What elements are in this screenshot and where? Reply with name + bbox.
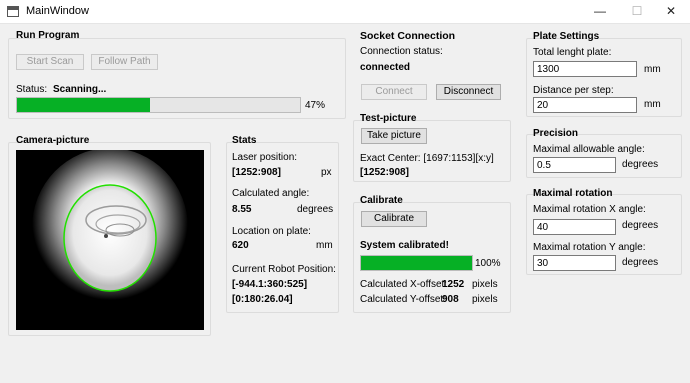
calibration-progress-text: 100% [475, 258, 501, 269]
connection-status-label: Connection status: [360, 46, 443, 57]
calibration-progress-fill [361, 256, 472, 270]
calculated-angle-value: 8.55 [232, 204, 252, 215]
y-offset-value: 908 [442, 294, 459, 305]
connect-button[interactable]: Connect [361, 84, 427, 100]
max-rotation-title: Maximal rotation [533, 188, 613, 199]
precision-title: Precision [533, 128, 579, 139]
calibrate-title: Calibrate [360, 195, 403, 206]
test-picture-title: Test-picture [360, 113, 417, 124]
window-title: MainWindow [26, 5, 89, 17]
distance-per-step-input[interactable] [533, 97, 637, 113]
follow-path-button[interactable]: Follow Path [91, 54, 158, 70]
max-rotation-y-label: Maximal rotation Y angle: [533, 242, 646, 253]
x-offset-unit: pixels [472, 279, 498, 290]
location-value: 620 [232, 240, 249, 251]
disconnect-button[interactable]: Disconnect [436, 84, 501, 100]
location-label: Location on plate: [232, 226, 311, 237]
run-program-title: Run Program [16, 30, 80, 41]
calculated-angle-label: Calculated angle: [232, 188, 310, 199]
max-rotation-y-unit: degrees [622, 257, 659, 268]
distance-per-step-label: Distance per step: [533, 85, 614, 96]
robot-position-value-1: [-944.1:360:525] [232, 279, 308, 290]
socket-title: Socket Connection [360, 30, 456, 42]
camera-title: Camera-picture [16, 135, 90, 146]
max-allowable-angle-label: Maximal allowable angle: [533, 144, 645, 155]
max-rotation-x-label: Maximal rotation X angle: [533, 204, 646, 215]
title-bar: MainWindow — ☐ ✕ [0, 0, 690, 24]
maximize-button[interactable]: ☐ [622, 0, 652, 24]
max-allowable-angle-input[interactable] [533, 157, 616, 173]
calibration-progress-bar [360, 255, 473, 271]
x-offset-label: Calculated X-offset: [360, 279, 448, 290]
take-picture-button[interactable]: Take picture [361, 128, 427, 144]
exact-center-text: Exact Center: [1697:1153][x:y] [360, 153, 494, 164]
scan-progress-fill [17, 98, 150, 112]
calibration-status: System calibrated! [360, 240, 449, 251]
max-rotation-y-input[interactable] [533, 255, 616, 271]
close-button[interactable]: ✕ [656, 0, 686, 24]
calculated-angle-unit: degrees [297, 204, 334, 215]
y-offset-label: Calculated Y-offset: [360, 294, 446, 305]
max-rotation-x-input[interactable] [533, 219, 616, 235]
max-allowable-angle-unit: degrees [622, 159, 659, 170]
laser-position-label: Laser position: [232, 152, 298, 163]
y-offset-unit: pixels [472, 294, 498, 305]
robot-position-label: Current Robot Position: [232, 264, 336, 275]
exact-center-value: [1252:908] [360, 167, 409, 178]
minimize-button[interactable]: — [585, 0, 615, 24]
status-value: Scanning... [53, 84, 107, 95]
distance-per-step-unit: mm [644, 99, 661, 110]
laser-position-unit: px [321, 167, 332, 178]
calibrate-button[interactable]: Calibrate [361, 211, 427, 227]
max-rotation-x-unit: degrees [622, 220, 659, 231]
plate-length-unit: mm [644, 64, 661, 75]
location-unit: mm [316, 240, 333, 251]
stats-title: Stats [232, 135, 257, 146]
status-label: Status: [16, 84, 48, 95]
connection-status-value: connected [360, 62, 411, 73]
plate-length-label: Total lenght plate: [533, 47, 612, 58]
start-scan-button[interactable]: Start Scan [16, 54, 84, 70]
x-offset-value: 1252 [442, 279, 465, 290]
scan-progress-text: 47% [305, 100, 326, 111]
plate-length-input[interactable] [533, 61, 637, 77]
app-window-icon [7, 6, 19, 17]
camera-image [16, 150, 204, 330]
scan-progress-bar [16, 97, 301, 113]
robot-position-value-2: [0:180:26.04] [232, 294, 293, 305]
plate-settings-title: Plate Settings [533, 31, 600, 42]
laser-position-value: [1252:908] [232, 167, 281, 178]
